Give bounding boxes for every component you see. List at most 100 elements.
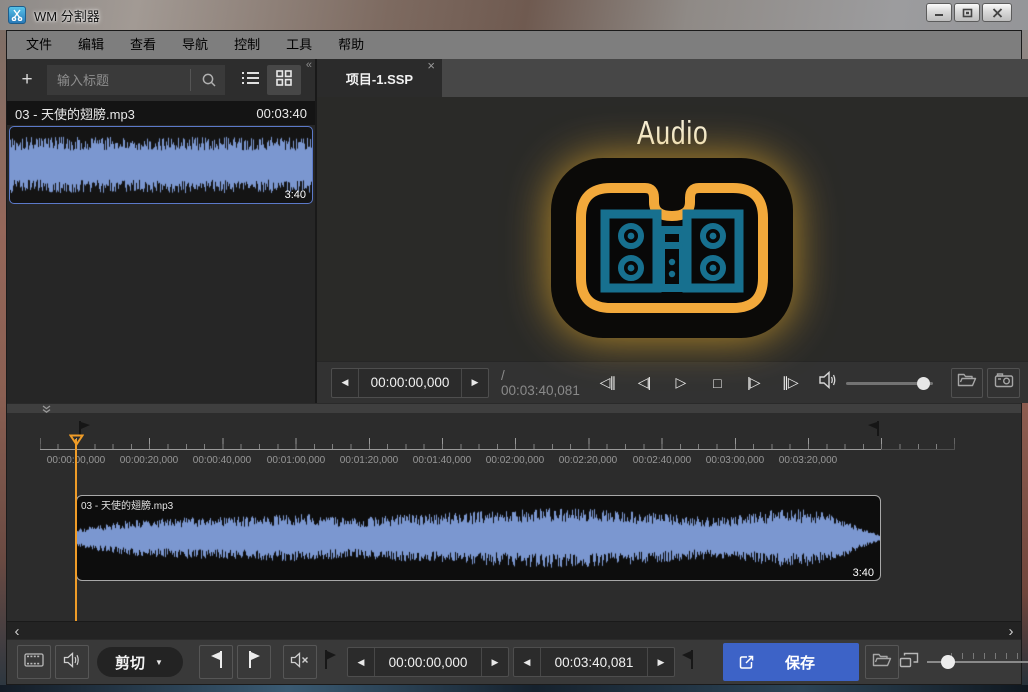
ruler-label: 00:00:20,000 <box>120 455 178 466</box>
camera-icon <box>994 373 1014 393</box>
menu-file[interactable]: 文件 <box>13 31 65 59</box>
time-decrement-button[interactable]: ◀ <box>332 369 358 397</box>
ruler-label: 00:02:40,000 <box>633 455 691 466</box>
search-input[interactable] <box>47 65 225 95</box>
filmstrip-icon <box>24 653 44 672</box>
library-panel: + <box>7 59 317 403</box>
menubar: 文件 编辑 查看 导航 控制 工具 帮助 <box>7 31 1021 59</box>
start-increment-button[interactable]: ▶ <box>482 648 508 676</box>
application-window: WM 分割器 文件 编辑 查看 导航 控制 工具 帮助 <box>0 0 1028 692</box>
ruler-line-tail <box>881 449 955 450</box>
ruler-label: 00:00:40,000 <box>193 455 251 466</box>
speaker-muted-icon <box>290 652 310 673</box>
current-time-display[interactable]: 00:00:00,000 <box>358 369 462 397</box>
list-view-icon <box>242 71 259 90</box>
mute-selection-button[interactable] <box>283 645 317 679</box>
next-clip-button[interactable]: ∥▷ <box>775 368 804 398</box>
scroll-right-button[interactable]: › <box>1001 622 1021 640</box>
window-title: WM 分割器 <box>34 6 100 25</box>
ruler-label: 00:02:20,000 <box>559 455 617 466</box>
titlebar[interactable]: WM 分割器 <box>0 0 1028 30</box>
close-button[interactable] <box>982 3 1012 22</box>
step-forward-button[interactable]: |▷ <box>739 368 768 398</box>
start-decrement-button[interactable]: ◀ <box>348 648 374 676</box>
chevron-down-icon: ▼ <box>155 658 163 667</box>
range-start-time[interactable]: 00:00:00,000 <box>374 648 482 676</box>
volume-slider-thumb[interactable] <box>917 377 930 390</box>
clip-duration: 3:40 <box>853 567 874 579</box>
current-time-stepper: ◀ 00:00:00,000 ▶ <box>331 368 489 398</box>
mode-label: 剪切 <box>115 652 145 673</box>
open-folder-button[interactable] <box>951 368 983 398</box>
flag-right-icon <box>247 651 262 673</box>
search-icon[interactable] <box>201 72 217 93</box>
menu-navigate[interactable]: 导航 <box>169 31 221 59</box>
menu-edit[interactable]: 编辑 <box>65 31 117 59</box>
snapshot-button[interactable] <box>987 368 1019 398</box>
zoom-slider[interactable] <box>927 645 1028 679</box>
output-folder-button[interactable] <box>865 645 899 679</box>
menu-view[interactable]: 查看 <box>117 31 169 59</box>
selection-end-marker-flag[interactable] <box>867 421 880 441</box>
time-increment-button[interactable]: ▶ <box>462 369 488 397</box>
save-button[interactable]: 保存 <box>723 643 859 681</box>
ruler-label: 00:01:00,000 <box>267 455 325 466</box>
zoom-windows-icon <box>899 651 919 673</box>
tab-label: 项目-1.SSP <box>346 69 413 88</box>
scroll-left-button[interactable]: ‹ <box>7 622 27 640</box>
frames-view-button[interactable] <box>17 645 51 679</box>
clip-waveform <box>77 496 880 580</box>
save-button-label: 保存 <box>755 652 845 673</box>
set-end-marker-button[interactable] <box>237 645 271 679</box>
preview-panel: 项目-1.SSP × Audio <box>317 59 1028 403</box>
timeline-scrollbar[interactable]: ‹ › <box>7 621 1021 639</box>
range-end-time[interactable]: 00:03:40,081 <box>540 648 648 676</box>
media-item-name: 03 - 天使的翅膀.mp3 <box>15 104 135 123</box>
set-start-marker-button[interactable] <box>199 645 233 679</box>
folder-icon <box>872 652 892 673</box>
tab-close-icon[interactable]: × <box>427 59 435 73</box>
collapse-panel-icon[interactable]: « <box>306 59 312 71</box>
audio-logo-text: Audio <box>637 114 709 152</box>
menu-control[interactable]: 控制 <box>221 31 273 59</box>
maximize-button[interactable] <box>954 3 980 22</box>
mode-dropdown[interactable]: 剪切 ▼ <box>97 647 183 677</box>
play-button[interactable]: ▷ <box>666 368 695 398</box>
media-list-item[interactable]: 03 - 天使的翅膀.mp3 00:03:40 <box>7 101 315 125</box>
add-media-button[interactable]: + <box>11 65 43 95</box>
audio-enabled-button[interactable] <box>55 645 89 679</box>
timeline-audio-clip[interactable]: 03 - 天使的翅膀.mp3 3:40 <box>76 495 881 581</box>
media-item-duration: 00:03:40 <box>256 106 307 121</box>
window-body: 文件 编辑 查看 导航 控制 工具 帮助 + <box>6 30 1022 685</box>
range-start-stepper: ◀ 00:00:00,000 ▶ <box>347 647 509 677</box>
bottom-toolbar: 剪切 ▼ <box>7 639 1021 684</box>
volume-icon[interactable] <box>818 371 838 394</box>
menu-tools[interactable]: 工具 <box>273 31 325 59</box>
flag-left-icon <box>209 651 224 673</box>
grid-view-button[interactable] <box>267 65 301 95</box>
zoom-slider-thumb[interactable] <box>941 655 955 669</box>
minimize-button[interactable] <box>926 3 952 22</box>
app-scissors-icon <box>8 6 26 24</box>
volume-slider[interactable] <box>846 368 932 398</box>
range-start-flag-icon <box>323 650 337 674</box>
end-increment-button[interactable]: ▶ <box>648 648 674 676</box>
timeline[interactable]: 00:00:00,000 00:00:20,000 00:00:40,000 0… <box>7 413 1021 621</box>
divider <box>190 69 191 91</box>
media-item-thumbnail[interactable]: 3:40 <box>9 126 313 204</box>
thumbnail-duration: 3:40 <box>285 189 306 201</box>
playhead-handle[interactable] <box>69 433 84 451</box>
previous-clip-button[interactable]: ◁∥ <box>593 368 622 398</box>
tab-project-1[interactable]: 项目-1.SSP × <box>317 59 442 97</box>
ruler-label: 00:03:00,000 <box>706 455 764 466</box>
panel-splitter[interactable] <box>7 403 1021 413</box>
thumbnail-waveform <box>10 128 312 202</box>
total-time-display: / 00:03:40,081 <box>501 368 586 398</box>
preview-area: Audio <box>317 97 1028 361</box>
stop-button[interactable]: □ <box>702 368 731 398</box>
step-back-button[interactable]: ◁| <box>629 368 658 398</box>
playhead-line[interactable] <box>75 439 77 621</box>
end-decrement-button[interactable]: ◀ <box>514 648 540 676</box>
menu-help[interactable]: 帮助 <box>325 31 377 59</box>
list-view-button[interactable] <box>233 65 267 95</box>
